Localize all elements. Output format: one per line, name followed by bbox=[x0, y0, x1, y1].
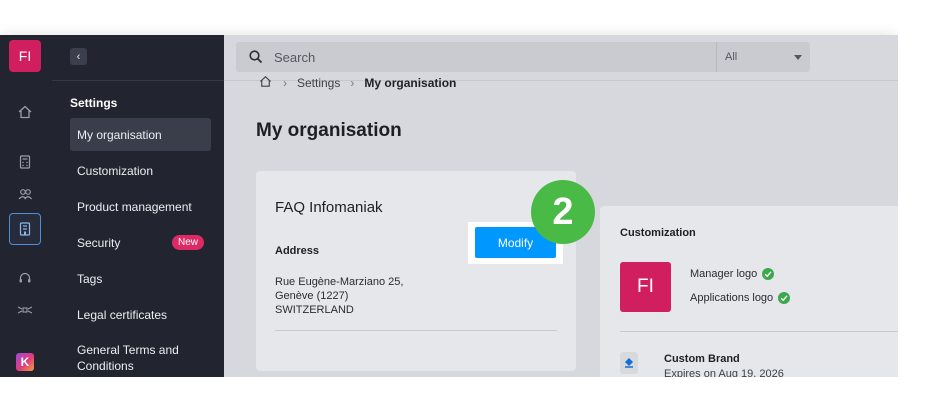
address-label: Address bbox=[275, 245, 320, 257]
sidebar-item-product-management[interactable]: Product management bbox=[70, 190, 211, 223]
search-input[interactable] bbox=[274, 48, 694, 66]
page-title: My organisation bbox=[256, 120, 402, 141]
card-divider bbox=[275, 330, 557, 331]
sidebar-item-general-terms[interactable]: General Terms and Conditions bbox=[70, 340, 190, 376]
manager-logo-status: Manager logo bbox=[690, 268, 775, 280]
address-line: Rue Eugène-Marziano 25, bbox=[275, 276, 404, 288]
sidebar-item-label: Product management bbox=[77, 199, 192, 214]
sidebar-item-label: General Terms and Conditions bbox=[77, 343, 179, 373]
card-divider bbox=[620, 331, 898, 332]
sidebar-item-customization[interactable]: Customization bbox=[70, 154, 211, 187]
headset-icon[interactable] bbox=[14, 267, 36, 289]
sidebar-item-tags[interactable]: Tags bbox=[70, 262, 211, 295]
home-icon[interactable] bbox=[14, 101, 36, 123]
sidebar-item-label: Security bbox=[77, 235, 121, 250]
kchat-app-icon[interactable]: K bbox=[16, 353, 34, 371]
applications-logo-status: Applications logo bbox=[690, 292, 791, 304]
breadcrumb-settings[interactable]: Settings bbox=[297, 76, 340, 90]
search-filter-value: All bbox=[725, 51, 738, 63]
sidebar-divider bbox=[52, 80, 224, 81]
search-bar: All bbox=[236, 42, 810, 72]
step-marker: 2 bbox=[531, 180, 595, 244]
settings-sidebar: ‹ Settings My organisation Customization… bbox=[52, 35, 224, 377]
chevron-left-icon: ‹ bbox=[76, 50, 81, 63]
organisation-card: FAQ Infomaniak Address Rue Eugène-Marzia… bbox=[256, 171, 576, 371]
applications-logo-label: Applications logo bbox=[690, 292, 774, 304]
sidebar-item-label: My organisation bbox=[77, 127, 162, 142]
address-value: Rue Eugène-Marziano 25, Genève (1227) SW… bbox=[275, 275, 403, 317]
sidebar-item-security[interactable]: Security New bbox=[70, 226, 211, 259]
chevron-down-icon bbox=[794, 55, 802, 60]
paint-bucket-icon bbox=[620, 352, 638, 374]
icon-rail: FI K bbox=[0, 35, 52, 377]
collapse-sidebar-button[interactable]: ‹ bbox=[70, 48, 87, 65]
check-circle-icon bbox=[778, 292, 791, 304]
sidebar-section-title: Settings bbox=[70, 96, 118, 110]
breadcrumb: › Settings › My organisation bbox=[258, 74, 456, 92]
search-filter-select[interactable]: All bbox=[716, 42, 810, 72]
right-margin bbox=[898, 0, 934, 412]
address-line: SWITZERLAND bbox=[275, 304, 354, 316]
sidebar-item-label: Tags bbox=[77, 271, 103, 286]
customization-card: Customization FI Manager logo Applicatio… bbox=[600, 206, 898, 380]
customization-title: Customization bbox=[620, 227, 696, 239]
bottom-margin bbox=[0, 377, 934, 412]
sidebar-item-label: Customization bbox=[77, 163, 154, 178]
chevron-right-icon: › bbox=[283, 76, 287, 90]
address-line: Genève (1227) bbox=[275, 290, 349, 302]
sidebar-item-my-organisation[interactable]: My organisation bbox=[70, 118, 211, 151]
breadcrumb-current: My organisation bbox=[364, 76, 457, 90]
search-icon bbox=[248, 49, 264, 65]
check-circle-icon bbox=[762, 268, 775, 280]
manager-logo-label: Manager logo bbox=[690, 268, 758, 280]
sidebar-item-label: Legal certificates bbox=[77, 307, 168, 322]
brand-logo: FI bbox=[620, 262, 671, 312]
home-icon[interactable] bbox=[258, 74, 273, 92]
calculator-icon[interactable] bbox=[14, 151, 36, 173]
chevron-right-icon: › bbox=[350, 76, 355, 90]
users-icon[interactable] bbox=[14, 183, 36, 205]
building-icon[interactable] bbox=[9, 213, 41, 245]
new-badge: New bbox=[171, 235, 204, 250]
custom-brand-name[interactable]: Custom Brand bbox=[664, 353, 740, 365]
sidebar-item-legal-certificates[interactable]: Legal certificates bbox=[70, 298, 211, 331]
organisation-name: FAQ Infomaniak bbox=[275, 199, 383, 216]
satellite-icon[interactable] bbox=[14, 299, 36, 321]
organisation-avatar[interactable]: FI bbox=[9, 40, 41, 72]
